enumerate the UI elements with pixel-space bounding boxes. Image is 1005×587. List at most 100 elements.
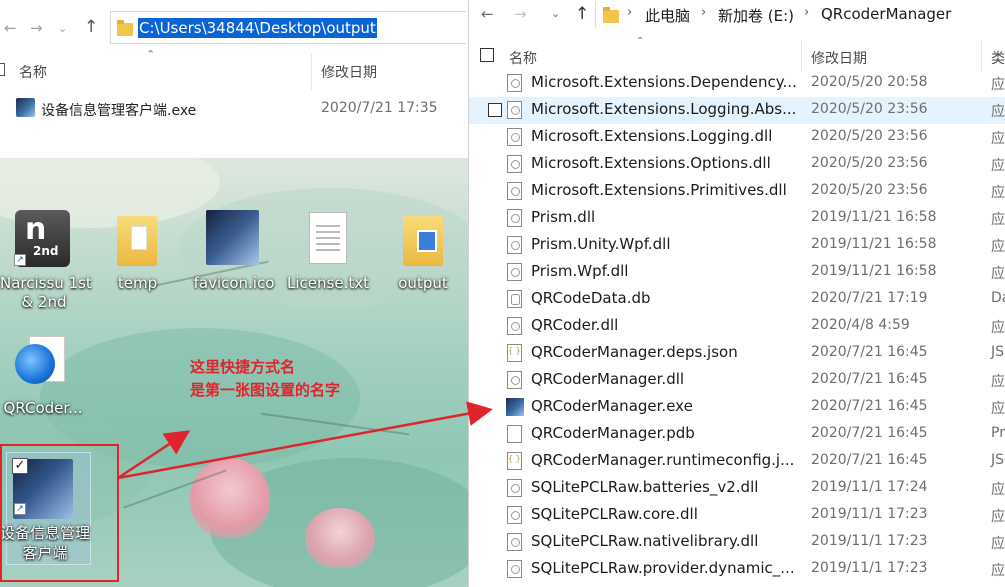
file-date: 2019/11/21 16:58 <box>811 236 937 252</box>
file-date: 2020/4/8 4:59 <box>811 317 910 333</box>
dll-file-icon <box>507 371 522 389</box>
file-row[interactable]: QRCoderManager.dll 2020/7/21 16:45 应 <box>469 367 1005 394</box>
file-list: Microsoft.Extensions.Dependency... 2020/5… <box>469 70 1005 583</box>
column-divider[interactable] <box>801 40 802 72</box>
column-header-date[interactable]: 修改日期 <box>321 62 377 82</box>
shortcut-arrow-icon: ↗ <box>14 254 26 266</box>
file-name[interactable]: QRCodeData.db <box>531 289 801 307</box>
file-date: 2019/11/21 16:58 <box>811 263 937 279</box>
file-name[interactable]: Microsoft.Extensions.Logging.dll <box>531 127 801 145</box>
row-checkbox[interactable] <box>488 103 502 117</box>
breadcrumb-drive[interactable]: 新加卷 (E:) <box>718 5 794 26</box>
breadcrumb-this-pc[interactable]: 此电脑 <box>645 5 690 26</box>
qrcoder-app-icon <box>15 334 69 388</box>
address-bar[interactable]: C:\Users\34844\Desktop\output <box>110 11 466 44</box>
file-name[interactable]: Prism.dll <box>531 208 801 226</box>
screenshot-stage: ← → ⌄ ↑ C:\Users\34844\Desktop\output ⌃ … <box>0 0 1005 587</box>
file-name[interactable]: Prism.Unity.Wpf.dll <box>531 235 801 253</box>
select-all-checkbox[interactable] <box>0 63 5 76</box>
json-file-icon <box>507 452 522 470</box>
file-name[interactable]: 设备信息管理客户端.exe <box>41 100 196 120</box>
file-date: 2020/7/21 16:45 <box>811 344 928 360</box>
up-arrow-icon[interactable]: ↑ <box>575 4 589 24</box>
file-name[interactable]: Microsoft.Extensions.Primitives.dll <box>531 181 801 199</box>
file-name[interactable]: Prism.Wpf.dll <box>531 262 801 280</box>
desktop-icon-label: favicon.ico <box>193 274 275 292</box>
toolbar-divider <box>595 2 596 28</box>
breadcrumb-folder[interactable]: QRcoderManager <box>821 5 951 23</box>
address-path-text[interactable]: C:\Users\34844\Desktop\output <box>138 18 377 38</box>
file-row[interactable]: Prism.dll 2019/11/21 16:58 应 <box>469 205 1005 232</box>
breadcrumb-chevron-icon[interactable]: › <box>701 5 706 20</box>
file-type: JS <box>991 452 1005 468</box>
file-date: 2020/7/21 17:35 <box>321 100 438 116</box>
file-type: 应 <box>991 563 1005 579</box>
app-exe-icon <box>16 98 35 117</box>
file-row[interactable]: QRCoderManager.runtimeconfig.j... 2020/7/… <box>469 448 1005 475</box>
column-divider[interactable] <box>311 54 312 90</box>
column-divider[interactable] <box>981 40 982 72</box>
annotation-text: 这里快捷方式名 是第一张图设置的名字 <box>190 356 340 402</box>
file-row[interactable]: SQLitePCLRaw.core.dll 2019/11/1 17:23 应 <box>469 502 1005 529</box>
file-row[interactable]: Microsoft.Extensions.Logging.dll 2020/5/2… <box>469 124 1005 151</box>
file-name[interactable]: QRCoderManager.dll <box>531 370 801 388</box>
breadcrumb-chevron-icon[interactable]: › <box>804 5 809 20</box>
file-row[interactable]: QRCodeData.db 2020/7/21 17:19 Da <box>469 286 1005 313</box>
desktop-icon-label: QRCoder... <box>3 399 83 417</box>
recent-chevron-icon[interactable]: ⌄ <box>551 7 560 20</box>
file-name[interactable]: SQLitePCLRaw.batteries_v2.dll <box>531 478 801 496</box>
recent-chevron-icon[interactable]: ⌄ <box>58 19 67 39</box>
file-row[interactable]: Microsoft.Extensions.Logging.Abs... 2020/… <box>469 97 1005 124</box>
file-name[interactable]: SQLitePCLRaw.provider.dynamic_... <box>531 559 801 577</box>
column-header-date[interactable]: 修改日期 <box>811 48 867 68</box>
file-row[interactable]: QRCoderManager.pdb 2020/7/21 16:45 Pr <box>469 421 1005 448</box>
file-row[interactable]: SQLitePCLRaw.batteries_v2.dll 2019/11/1 1… <box>469 475 1005 502</box>
file-name[interactable]: Microsoft.Extensions.Logging.Abs... <box>531 100 801 118</box>
file-row[interactable]: QRCoderManager.exe 2020/7/21 16:45 应 <box>469 394 1005 421</box>
file-row[interactable]: Microsoft.Extensions.Dependency... 2020/5… <box>469 70 1005 97</box>
file-row[interactable]: Prism.Wpf.dll 2019/11/21 16:58 应 <box>469 259 1005 286</box>
sort-up-icon: ⌃ <box>636 36 645 47</box>
column-header-name[interactable]: 名称 <box>509 48 537 68</box>
app-window-icon <box>417 230 437 252</box>
forward-arrow-icon[interactable]: → <box>514 5 527 23</box>
file-row[interactable]: QRCoder.dll 2020/4/8 4:59 应 <box>469 313 1005 340</box>
file-name[interactable]: SQLitePCLRaw.nativelibrary.dll <box>531 532 801 550</box>
file-name[interactable]: QRCoder.dll <box>531 316 801 334</box>
file-row[interactable]: Microsoft.Extensions.Primitives.dll 2020/… <box>469 178 1005 205</box>
file-row[interactable]: SQLitePCLRaw.nativelibrary.dll 2019/11/1 … <box>469 529 1005 556</box>
breadcrumb-chevron-icon[interactable]: › <box>627 5 632 20</box>
file-name[interactable]: QRCoderManager.pdb <box>531 424 801 442</box>
file-type: 应 <box>991 131 1005 147</box>
file-name[interactable]: QRCoderManager.exe <box>531 397 801 415</box>
file-file-icon <box>507 425 522 443</box>
file-date: 2020/5/20 23:56 <box>811 128 928 144</box>
folder-icon <box>403 216 443 266</box>
back-arrow-icon[interactable]: ← <box>4 18 17 38</box>
file-date: 2020/5/20 23:56 <box>811 101 928 117</box>
file-name[interactable]: SQLitePCLRaw.core.dll <box>531 505 801 523</box>
up-arrow-icon[interactable]: ↑ <box>84 17 98 37</box>
forward-arrow-icon[interactable]: → <box>30 18 43 38</box>
column-header-type[interactable]: 类 <box>991 48 1005 68</box>
file-row[interactable]: Microsoft.Extensions.Options.dll 2020/5/2… <box>469 151 1005 178</box>
file-row[interactable]: SQLitePCLRaw.provider.dynamic_... 2019/11… <box>469 556 1005 583</box>
column-header-name[interactable]: 名称 <box>19 62 47 82</box>
file-date: 2019/11/1 17:24 <box>811 479 928 495</box>
select-all-checkbox[interactable] <box>480 48 494 62</box>
file-name[interactable]: QRCoderManager.deps.json <box>531 343 801 361</box>
file-name[interactable]: Microsoft.Extensions.Options.dll <box>531 154 801 172</box>
back-arrow-icon[interactable]: ← <box>481 5 494 23</box>
wallpaper-lotus <box>305 508 375 568</box>
file-type: 应 <box>991 374 1005 390</box>
file-row[interactable]: QRCoderManager.deps.json 2020/7/21 16:45 J… <box>469 340 1005 367</box>
file-name[interactable]: Microsoft.Extensions.Dependency... <box>531 73 801 91</box>
dll-file-icon <box>507 74 522 92</box>
dll-file-icon <box>507 263 522 281</box>
dll-file-icon <box>507 560 522 578</box>
file-date: 2020/5/20 23:56 <box>811 155 928 171</box>
file-name[interactable]: QRCoderManager.runtimeconfig.j... <box>531 451 801 469</box>
file-row[interactable]: Prism.Unity.Wpf.dll 2019/11/21 16:58 应 <box>469 232 1005 259</box>
app-exe-icon <box>506 398 524 416</box>
annotation-line: 这里快捷方式名 <box>190 358 296 376</box>
